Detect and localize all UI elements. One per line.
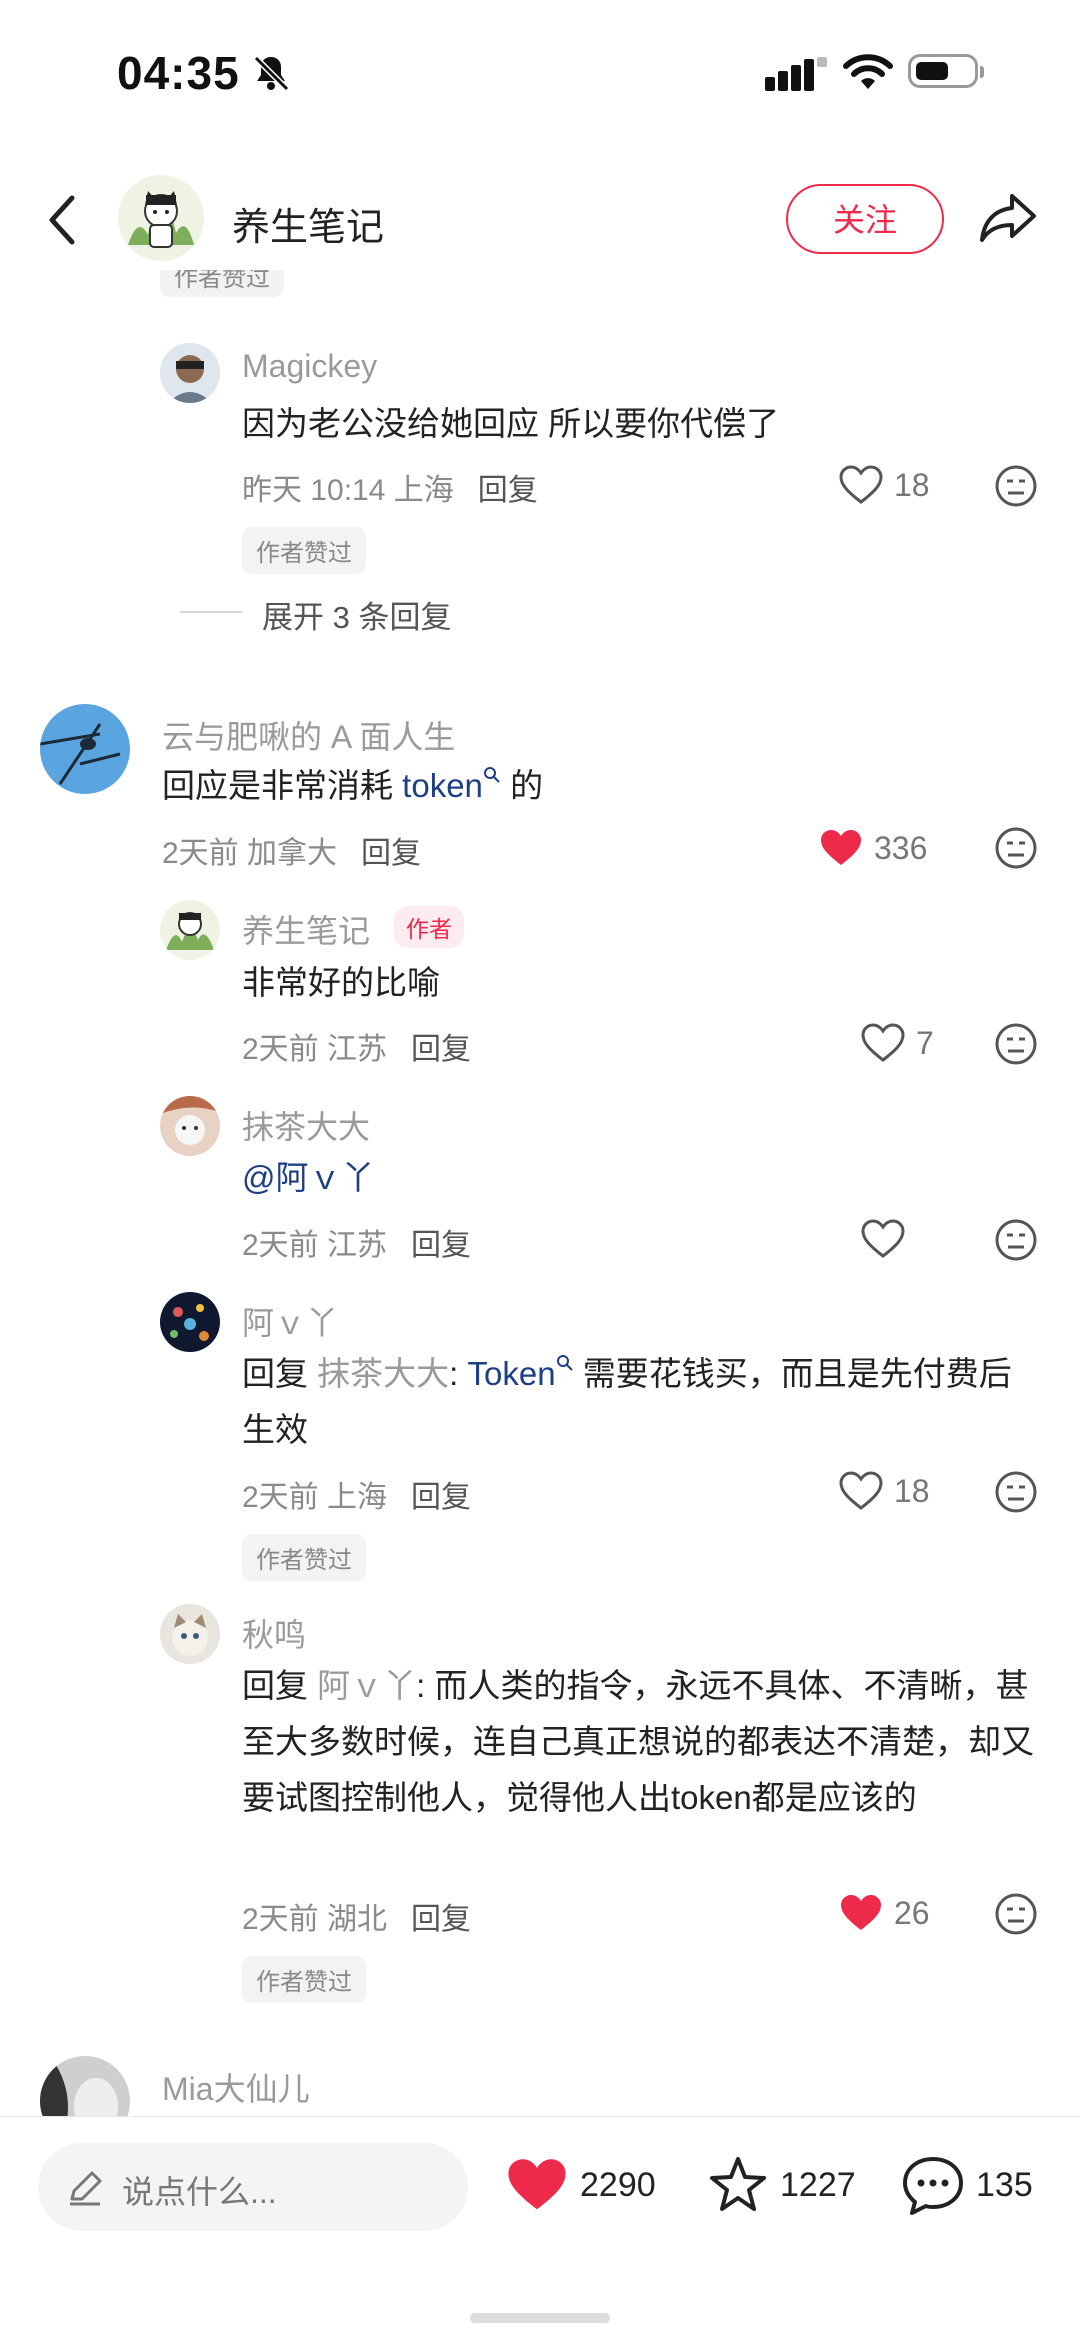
back-arrow-icon[interactable] [42, 192, 82, 253]
token-link[interactable]: Token [468, 1355, 556, 1392]
mention-link[interactable]: @阿ｖ丫 [242, 1150, 375, 1206]
pencil-icon [66, 2169, 104, 2212]
home-indicator [470, 2313, 610, 2323]
emoji-react-icon[interactable] [994, 826, 1038, 875]
comment-meta: 2天前 江苏 回复 [242, 1229, 472, 1262]
page-title: 养生笔记 [232, 207, 385, 249]
emoji-react-icon[interactable] [994, 1470, 1038, 1519]
token-link[interactable]: token [402, 767, 483, 804]
comment-author[interactable]: 云与肥啾的 A 面人生 [162, 712, 455, 758]
heart-filled-icon [508, 2159, 566, 2210]
bell-muted-icon [251, 53, 291, 98]
comment-meta: 2天前 江苏 回复 [242, 1033, 472, 1066]
emoji-react-icon[interactable] [994, 464, 1038, 513]
heart-filled-icon [841, 1895, 881, 1930]
emoji-react-icon[interactable] [994, 1218, 1038, 1267]
comment-input-placeholder: 说点什么... [122, 2174, 277, 2210]
comment-text: 回复 阿ｖ丫: 而人类的指令，永远不具体、不清晰，甚至大多数时候，连自己真正想说… [242, 1667, 1034, 1816]
signal-icon [765, 57, 827, 96]
comment-text: 非常好的比喻 [242, 964, 440, 1001]
comment-bubble-icon [903, 2157, 963, 2215]
like-button[interactable]: 18 [838, 464, 930, 506]
like-button[interactable]: 18 [838, 1470, 930, 1512]
comment-meta: 2天前 湖北 回复 [242, 1903, 472, 1936]
status-time: 04:35 [117, 47, 240, 99]
avatar[interactable] [40, 704, 130, 794]
search-icon [483, 767, 500, 783]
reply-button[interactable]: 回复 [411, 1229, 471, 1262]
search-icon [556, 1355, 573, 1371]
like-button[interactable]: 26 [838, 1892, 930, 1934]
author-liked-badge: 作者赞过 [160, 270, 284, 306]
reply-button[interactable]: 回复 [411, 1033, 471, 1066]
avatar[interactable] [160, 343, 220, 403]
battery-icon [908, 54, 984, 88]
wifi-icon [843, 52, 893, 97]
author-avatar[interactable] [118, 175, 204, 261]
author-liked-badge: 作者赞过 [242, 1534, 366, 1581]
comment-meta: 昨天 10:14 上海 回复 [242, 474, 538, 507]
divider [0, 2116, 1080, 2117]
reply-button[interactable]: 回复 [411, 1903, 471, 1936]
author-tag: 作者 [394, 906, 464, 948]
reply-button[interactable]: 回复 [361, 837, 421, 870]
reply-to-user[interactable]: 阿ｖ丫 [317, 1667, 416, 1704]
author-liked-badge: 作者赞过 [242, 1956, 366, 2003]
comment-author[interactable]: 阿ｖ丫 [242, 1298, 338, 1344]
avatar[interactable] [160, 1096, 220, 1156]
comment-text: 因为老公没给她回应 所以要你代偿了 [242, 405, 780, 442]
like-button[interactable]: 336 [818, 827, 927, 869]
emoji-react-icon[interactable] [994, 1022, 1038, 1071]
comment-author[interactable]: 秋鸣 [242, 1610, 306, 1656]
heart-filled-icon [821, 830, 861, 865]
heart-outline-icon [839, 1471, 883, 1510]
avatar[interactable] [160, 900, 220, 960]
comment-author[interactable]: 养生笔记 [242, 906, 370, 952]
reply-to-user[interactable]: 抹茶大大 [317, 1355, 449, 1392]
expand-replies-link[interactable]: 展开 3 条回复 [262, 592, 451, 637]
comments-button[interactable]: 135 [900, 2153, 1033, 2217]
comment-input[interactable]: 说点什么... [38, 2143, 468, 2231]
comment-author[interactable]: Mia大仙儿 [162, 2064, 310, 2110]
reply-button[interactable]: 回复 [411, 1481, 471, 1514]
reply-button[interactable]: 回复 [478, 474, 538, 507]
comment-meta: 2天前 上海 回复 [242, 1481, 472, 1514]
star-icon [710, 2157, 766, 2211]
author-liked-badge: 作者赞过 [242, 527, 366, 574]
comment-author[interactable]: Magickey [242, 348, 377, 385]
comment-author[interactable]: 抹茶大大 [242, 1102, 370, 1148]
like-button[interactable] [860, 1218, 906, 1260]
avatar[interactable] [160, 1292, 220, 1352]
emoji-react-icon[interactable] [994, 1892, 1038, 1941]
like-post-button[interactable]: 2290 [504, 2155, 656, 2215]
comment-text: 回复 抹茶大大: Token 需要花钱买，而且是先付费后生效 [242, 1355, 1012, 1448]
comment-text: 回应是非常消耗 token 的 [162, 767, 544, 804]
avatar[interactable] [160, 1604, 220, 1664]
heart-outline-icon [861, 1219, 905, 1258]
like-button[interactable]: 7 [860, 1022, 934, 1064]
share-icon[interactable] [978, 190, 1038, 251]
comment-meta: 2天前 加拿大 回复 [162, 837, 422, 870]
heart-outline-icon [839, 465, 883, 504]
heart-outline-icon [861, 1023, 905, 1062]
divider [180, 611, 242, 613]
follow-button[interactable]: 关注 [786, 184, 944, 254]
collect-button[interactable]: 1227 [706, 2153, 856, 2217]
